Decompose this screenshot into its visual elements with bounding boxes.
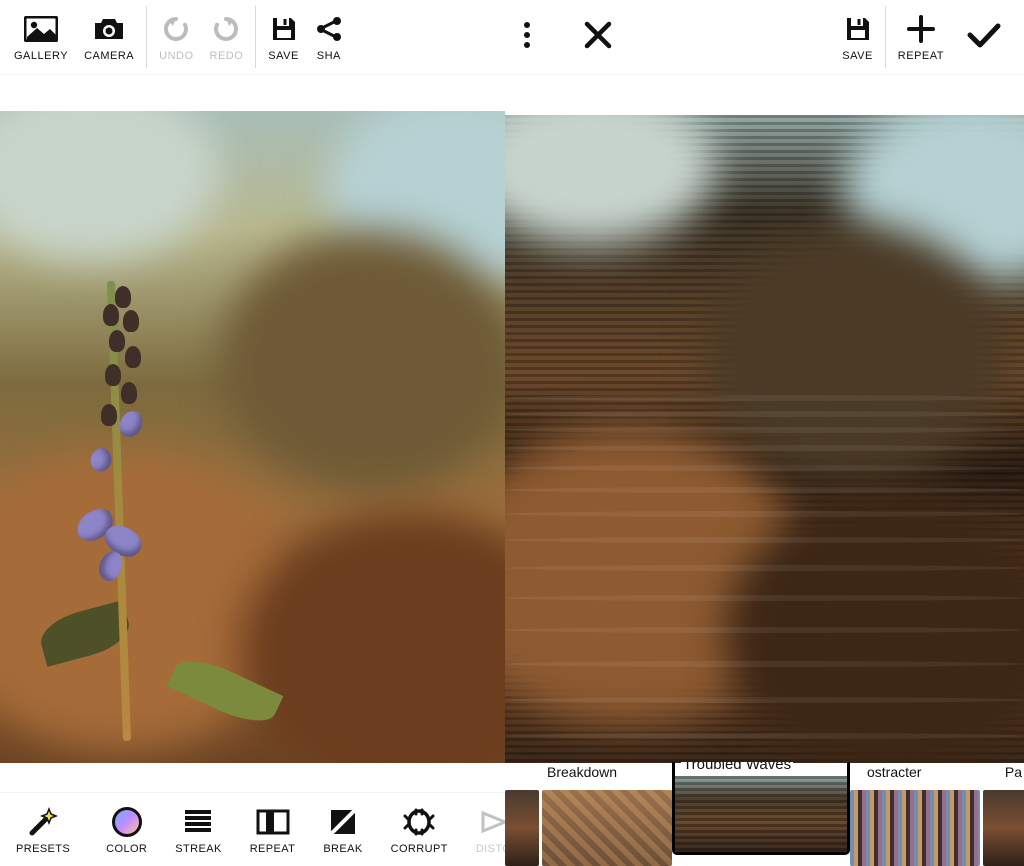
color-icon — [112, 805, 142, 839]
magic-wand-icon — [27, 805, 59, 839]
repeat-label: REPEAT — [250, 843, 296, 855]
share-button[interactable]: SHA — [307, 0, 343, 74]
save-button-right[interactable]: SAVE — [834, 0, 881, 74]
corrupt-icon — [402, 805, 436, 839]
streak-button[interactable]: STREAK — [161, 793, 235, 866]
undo-label: UNDO — [159, 50, 193, 62]
camera-button[interactable]: CAMERA — [76, 0, 142, 74]
redo-label: REDO — [210, 50, 244, 62]
preset-label-par: Pa — [1005, 764, 1022, 780]
repeat-add-button[interactable]: REPEAT — [890, 0, 952, 74]
streak-icon — [183, 805, 213, 839]
close-icon — [583, 20, 613, 55]
break-label: BREAK — [323, 843, 362, 855]
divider — [146, 6, 147, 68]
share-label: SHA — [317, 50, 341, 62]
check-icon — [966, 21, 1002, 54]
streak-label: STREAK — [175, 843, 221, 855]
color-label: COLOR — [106, 843, 147, 855]
save-icon — [269, 12, 299, 46]
preset-label-abstracter: ostracter — [867, 764, 921, 780]
disto-button[interactable]: DISTO — [462, 793, 511, 866]
presets-label: PRESETS — [16, 843, 70, 855]
preset-label-troubled: Troubled Waves — [681, 762, 793, 773]
presets-button[interactable]: PRESETS — [0, 793, 84, 866]
main-image-left[interactable] — [0, 111, 505, 763]
repeat-label-right: REPEAT — [898, 50, 944, 62]
preset-effects-strip[interactable]: Breakdown ostracter Pa Troubled Waves — [505, 762, 1024, 866]
preset-thumb-par[interactable] — [983, 790, 1024, 866]
bottom-toolbar-left: PRESETS COLOR STREAK REPEAT BREAK — [0, 792, 505, 866]
more-button[interactable] — [505, 0, 549, 74]
more-icon — [523, 21, 531, 54]
share-icon — [315, 12, 343, 46]
main-image-right[interactable] — [505, 115, 1024, 763]
repeat-icon — [256, 805, 290, 839]
redo-button[interactable]: REDO — [202, 0, 252, 74]
save-button-left[interactable]: SAVE — [260, 0, 307, 74]
save-label-right: SAVE — [842, 50, 873, 62]
corrupt-label: CORRUPT — [391, 843, 448, 855]
editor-left-pane: GALLERY CAMERA UNDO REDO SAVE — [0, 0, 505, 866]
save-label: SAVE — [268, 50, 299, 62]
plus-icon — [906, 12, 936, 46]
break-button[interactable]: BREAK — [309, 793, 376, 866]
preset-thumb-unknown[interactable] — [505, 790, 539, 866]
save-icon — [843, 12, 873, 46]
preset-label-breakdown: Breakdown — [547, 764, 617, 780]
gallery-label: GALLERY — [14, 50, 68, 62]
divider — [885, 6, 886, 68]
gallery-button[interactable]: GALLERY — [0, 0, 76, 74]
divider — [255, 6, 256, 68]
preset-thumb-abstracter[interactable] — [850, 790, 980, 866]
camera-icon — [92, 12, 126, 46]
confirm-button[interactable] — [952, 0, 1024, 74]
repeat-button[interactable]: REPEAT — [236, 793, 310, 866]
undo-button[interactable]: UNDO — [151, 0, 201, 74]
preset-thumb-breakdown[interactable] — [542, 790, 672, 866]
top-toolbar-right: SAVE REPEAT — [505, 0, 1024, 75]
redo-icon — [211, 12, 241, 46]
break-icon — [328, 805, 358, 839]
color-button[interactable]: COLOR — [92, 793, 161, 866]
close-button[interactable] — [549, 0, 647, 74]
top-toolbar-left: GALLERY CAMERA UNDO REDO SAVE — [0, 0, 505, 75]
undo-icon — [161, 12, 191, 46]
corrupt-button[interactable]: CORRUPT — [377, 793, 462, 866]
camera-label: CAMERA — [84, 50, 134, 62]
gallery-icon — [24, 12, 58, 46]
editor-right-pane: SAVE REPEAT Breakdown — [505, 0, 1024, 866]
preset-thumb-troubled-waves[interactable]: Troubled Waves — [675, 762, 847, 852]
